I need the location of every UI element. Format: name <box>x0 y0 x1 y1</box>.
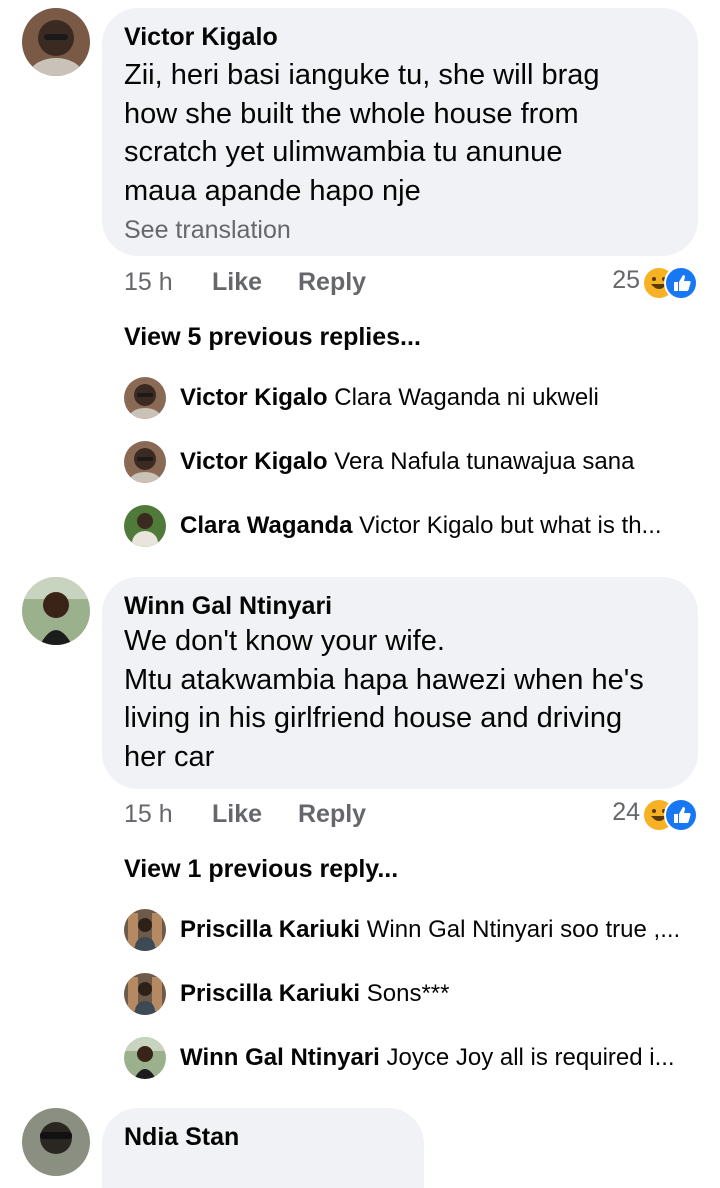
reply-item[interactable]: Victor Kigalo Vera Nafula tunawajua sana <box>124 441 704 483</box>
reply-text: Clara Waganda ni ukweli <box>334 384 599 411</box>
comment-author[interactable]: Winn Gal Ntinyari <box>124 592 332 621</box>
reply-button[interactable]: Reply <box>298 268 366 297</box>
reply-button[interactable]: Reply <box>298 800 366 829</box>
avatar[interactable] <box>22 8 90 76</box>
reply-text: Vera Nafula tunawajua sana <box>334 448 635 475</box>
avatar[interactable] <box>124 505 166 547</box>
timestamp[interactable]: 15 h <box>124 800 173 829</box>
reply-author[interactable]: Winn Gal Ntinyari <box>180 1044 380 1071</box>
avatar[interactable] <box>22 577 90 645</box>
reaction-count: 25 <box>612 266 640 294</box>
comment-author[interactable]: Victor Kigalo <box>124 23 278 52</box>
see-translation-link[interactable]: See translation <box>124 216 291 245</box>
avatar[interactable] <box>22 1108 90 1176</box>
like-button[interactable]: Like <box>212 268 262 297</box>
comment-text: We don't know your wife. Mtu atakwambia … <box>124 625 644 773</box>
avatar[interactable] <box>124 377 166 419</box>
comment-author[interactable]: Ndia Stan <box>124 1123 239 1152</box>
avatar[interactable] <box>124 909 166 951</box>
reply-author[interactable]: Victor Kigalo <box>180 448 328 475</box>
avatar[interactable] <box>124 441 166 483</box>
reply-text: Joyce Joy all is required i... <box>386 1044 675 1071</box>
reply-item[interactable]: Priscilla Kariuki Sons*** <box>124 973 704 1015</box>
comment-text: Zii, heri basi ianguke tu, she will brag… <box>124 59 600 207</box>
reply-item[interactable]: Victor Kigalo Clara Waganda ni ukweli <box>124 377 704 419</box>
view-previous-replies[interactable]: View 1 previous reply... <box>124 855 398 884</box>
timestamp[interactable]: 15 h <box>124 268 173 297</box>
reaction-summary[interactable]: 24 <box>578 798 698 832</box>
reply-author[interactable]: Priscilla Kariuki <box>180 916 360 943</box>
reply-author[interactable]: Priscilla Kariuki <box>180 980 360 1007</box>
avatar[interactable] <box>124 973 166 1015</box>
comment-bubble[interactable]: Ndia Stan <box>102 1108 424 1188</box>
reply-text: Victor Kigalo but what is th... <box>359 512 662 539</box>
view-previous-replies[interactable]: View 5 previous replies... <box>124 323 421 352</box>
reply-text: Winn Gal Ntinyari soo true ,... <box>366 916 681 943</box>
like-button[interactable]: Like <box>212 800 262 829</box>
reply-text: Sons*** <box>366 980 450 1007</box>
like-icon <box>664 798 698 832</box>
comment-bubble[interactable]: Victor Kigalo Zii, heri basi ianguke tu,… <box>102 8 698 256</box>
comment-bubble[interactable]: Winn Gal Ntinyari We don't know your wif… <box>102 577 698 789</box>
like-icon <box>664 266 698 300</box>
reply-item[interactable]: Priscilla Kariuki Winn Gal Ntinyari soo … <box>124 909 704 951</box>
reaction-count: 24 <box>612 798 640 826</box>
reply-author[interactable]: Victor Kigalo <box>180 384 328 411</box>
reply-item[interactable]: Clara Waganda Victor Kigalo but what is … <box>124 505 704 547</box>
reply-author[interactable]: Clara Waganda <box>180 512 353 539</box>
reaction-summary[interactable]: 25 <box>578 266 698 300</box>
avatar[interactable] <box>124 1037 166 1079</box>
reply-item[interactable]: Winn Gal Ntinyari Joyce Joy all is requi… <box>124 1037 704 1079</box>
